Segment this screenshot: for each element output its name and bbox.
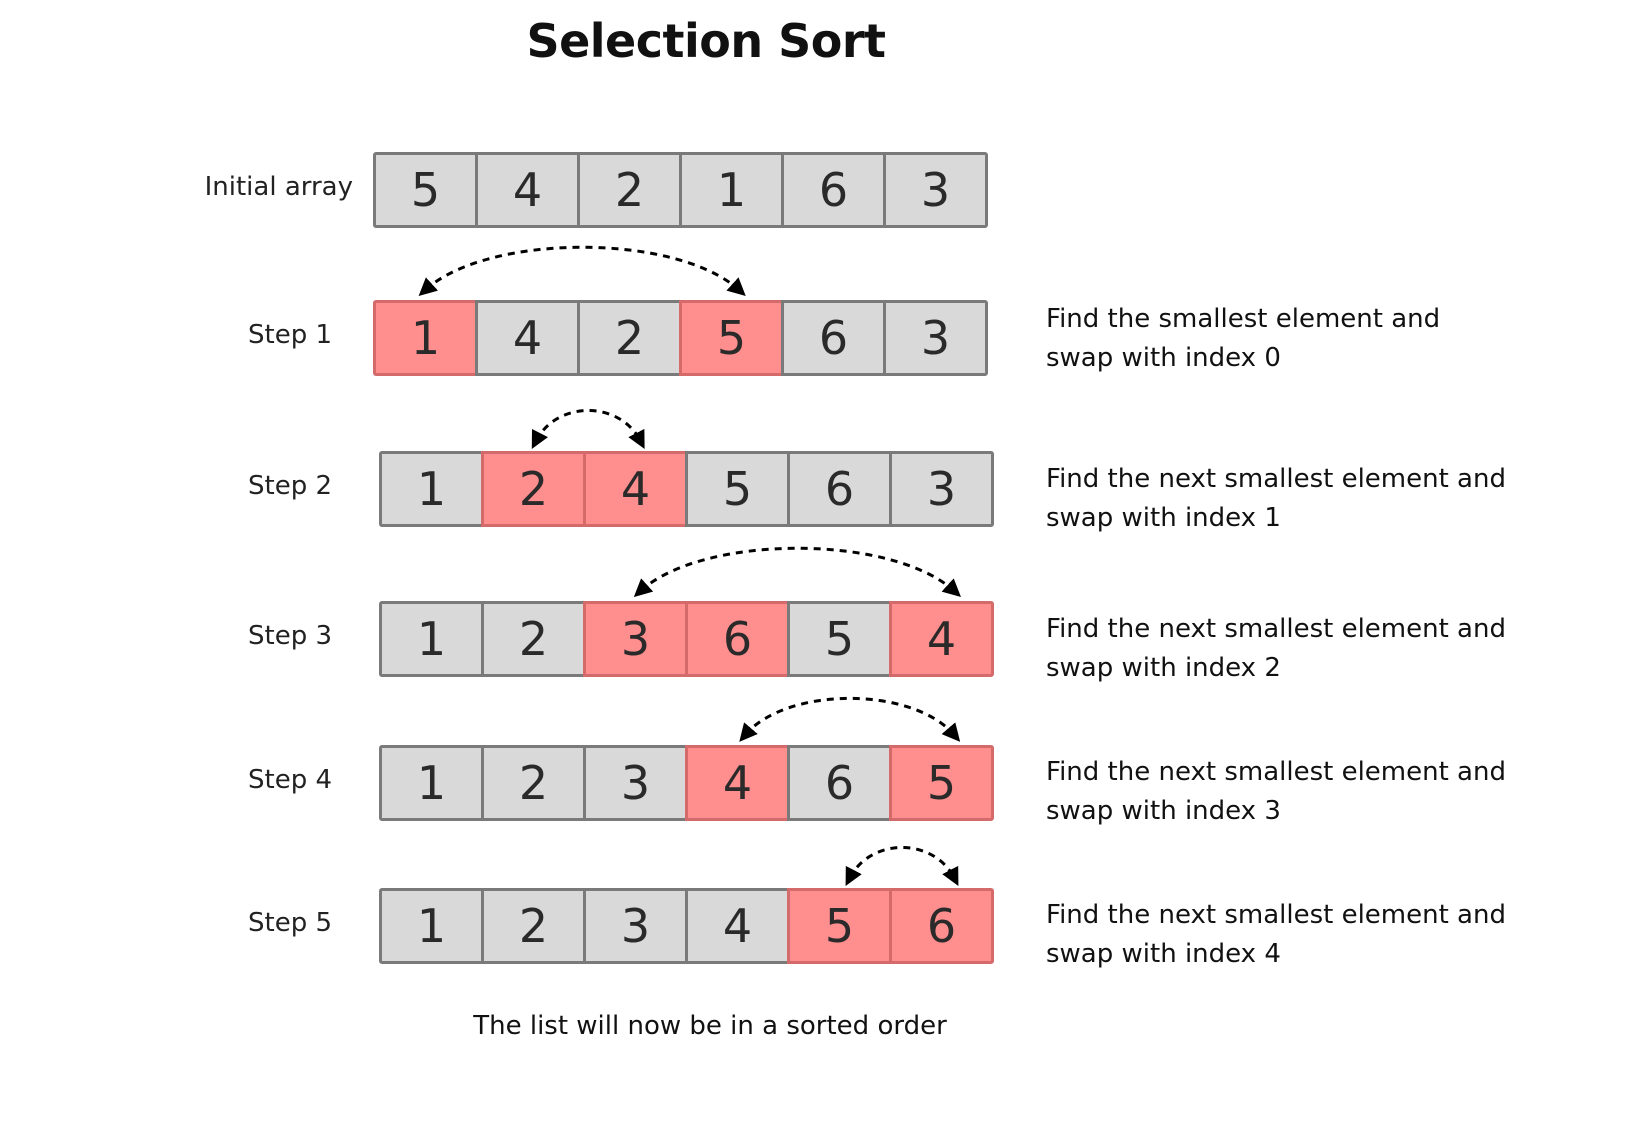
footer-note: The list will now be in a sorted order xyxy=(473,1011,947,1041)
swap-arrow xyxy=(633,546,961,598)
step-description: Find the next smallest element and swap w… xyxy=(1046,896,1506,974)
swap-arrow xyxy=(418,245,746,297)
array-cell-highlighted: 5 xyxy=(679,300,784,376)
array-cell-highlighted: 5 xyxy=(787,888,892,964)
step-array: 123465 xyxy=(379,745,994,821)
array-cell-highlighted: 5 xyxy=(889,745,994,821)
step-description-line: Find the next smallest element and xyxy=(1046,464,1506,494)
swap-arrow xyxy=(845,846,959,886)
array-cell-highlighted: 6 xyxy=(685,601,790,677)
array-cell: 3 xyxy=(889,451,994,527)
step-array: 123456 xyxy=(379,888,994,964)
array-cell: 4 xyxy=(475,300,580,376)
array-cell: 3 xyxy=(583,745,688,821)
step-description-line: swap with index 1 xyxy=(1046,503,1281,533)
step-description: Find the smallest element and swap with i… xyxy=(1046,300,1440,378)
row-label: Initial array xyxy=(204,172,353,202)
array-cell: 2 xyxy=(481,888,586,964)
step-description-line: Find the smallest element and xyxy=(1046,304,1441,334)
step-description: Find the next smallest element and swap w… xyxy=(1046,753,1506,831)
array-cell: 1 xyxy=(379,888,484,964)
step-description: Find the next smallest element and swap w… xyxy=(1046,460,1506,538)
step-description-line: swap with index 3 xyxy=(1046,796,1281,826)
swap-arrow xyxy=(531,409,645,449)
array-cell: 5 xyxy=(685,451,790,527)
array-cell: 3 xyxy=(583,888,688,964)
array-cell: 2 xyxy=(577,300,682,376)
array-cell: 2 xyxy=(481,601,586,677)
array-cell: 6 xyxy=(787,451,892,527)
step-description-line: Find the next smallest element and xyxy=(1046,757,1506,787)
array-cell-highlighted: 6 xyxy=(889,888,994,964)
step-description-line: swap with index 0 xyxy=(1046,343,1281,373)
array-cell: 1 xyxy=(379,601,484,677)
step-description-line: Find the next smallest element and xyxy=(1046,614,1506,644)
array-cell: 2 xyxy=(577,152,682,228)
step-array: 142563 xyxy=(373,300,988,376)
array-cell: 5 xyxy=(787,601,892,677)
step-description-line: swap with index 4 xyxy=(1046,939,1281,969)
array-cell: 3 xyxy=(883,300,988,376)
step-description: Find the next smallest element and swap w… xyxy=(1046,610,1506,688)
array-cell: 2 xyxy=(481,745,586,821)
step-array: 124563 xyxy=(379,451,994,527)
array-cell-highlighted: 3 xyxy=(583,601,688,677)
array-cell-highlighted: 4 xyxy=(889,601,994,677)
array-cell: 6 xyxy=(781,152,886,228)
initial-array: 542163 xyxy=(373,152,988,228)
array-cell: 1 xyxy=(679,152,784,228)
array-cell: 1 xyxy=(379,745,484,821)
swap-arrow xyxy=(739,696,961,742)
step-description-line: Find the next smallest element and xyxy=(1046,900,1506,930)
diagram-title: Selection Sort xyxy=(526,14,886,68)
array-cell: 5 xyxy=(373,152,478,228)
step-array: 123654 xyxy=(379,601,994,677)
array-cell: 6 xyxy=(781,300,886,376)
array-cell-highlighted: 1 xyxy=(373,300,478,376)
step-description-line: swap with index 2 xyxy=(1046,653,1281,683)
array-cell: 6 xyxy=(787,745,892,821)
array-cell: 1 xyxy=(379,451,484,527)
array-cell: 3 xyxy=(883,152,988,228)
array-cell-highlighted: 4 xyxy=(583,451,688,527)
array-cell-highlighted: 4 xyxy=(685,745,790,821)
array-cell: 4 xyxy=(685,888,790,964)
array-cell-highlighted: 2 xyxy=(481,451,586,527)
array-cell: 4 xyxy=(475,152,580,228)
